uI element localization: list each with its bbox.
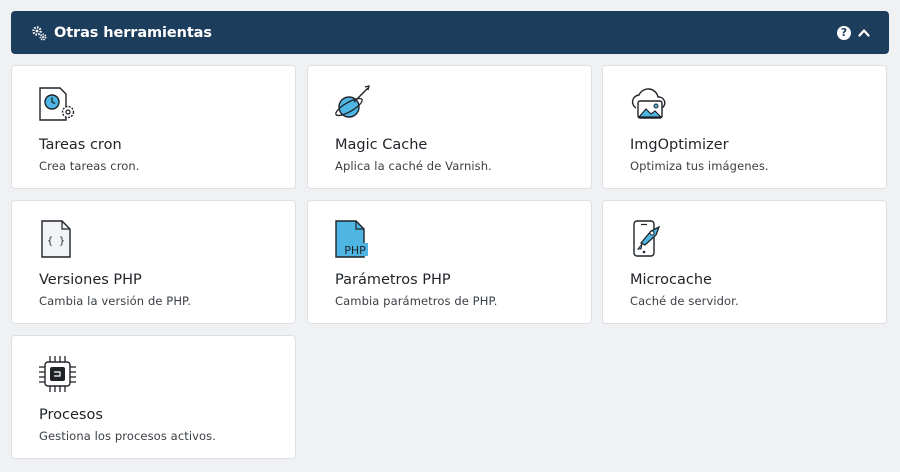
tool-name: Microcache [630,272,712,288]
image-cloud-icon [631,88,666,119]
tool-description: Caché de servidor. [630,294,739,308]
php-badge-label: PHP [344,244,366,257]
cpu-chip-icon [39,356,76,392]
tool-card-tareas-cron[interactable]: Tareas cron Crea tareas cron. [11,65,296,189]
tool-card-microcache[interactable]: Microcache Caché de servidor. [602,200,887,324]
tool-description: Cambia la versión de PHP. [39,294,192,308]
tool-name: Versiones PHP [39,272,142,288]
phone-rocket-icon [633,220,661,257]
tool-name: Magic Cache [335,137,428,153]
magic-cache-icon [335,85,370,118]
chevron-up-icon[interactable] [857,26,871,40]
tool-card-magic-cache[interactable]: Magic Cache Aplica la caché de Varnish. [307,65,592,189]
braces-label: { } [47,236,65,247]
code-file-icon: { } [41,220,71,258]
panel-title: Otras herramientas [54,24,212,41]
gears-icon [32,25,47,40]
tool-card-versiones-php[interactable]: { } Versiones PHP Cambia la versión de P… [11,200,296,324]
tool-description: Cambia parámetros de PHP. [335,294,498,308]
tool-name: Parámetros PHP [335,272,451,288]
tool-card-procesos[interactable]: Procesos Gestiona los procesos activos. [11,335,296,459]
tool-description: Optimiza tus imágenes. [630,159,769,173]
tool-name: Procesos [39,407,103,423]
tool-description: Crea tareas cron. [39,159,140,173]
tool-name: Tareas cron [39,137,122,153]
tool-name: ImgOptimizer [630,137,729,153]
cron-clock-icon [39,87,75,121]
panel-header[interactable]: Otras herramientas ? [11,11,889,54]
tool-card-parametros-php[interactable]: PHP Parámetros PHP Cambia parámetros de … [307,200,592,324]
tool-card-imgoptimizer[interactable]: ImgOptimizer Optimiza tus imágenes. [602,65,887,189]
php-file-icon: PHP [335,220,368,258]
help-icon[interactable]: ? [837,25,851,40]
tool-description: Aplica la caché de Varnish. [335,159,492,173]
tool-description: Gestiona los procesos activos. [39,429,217,443]
